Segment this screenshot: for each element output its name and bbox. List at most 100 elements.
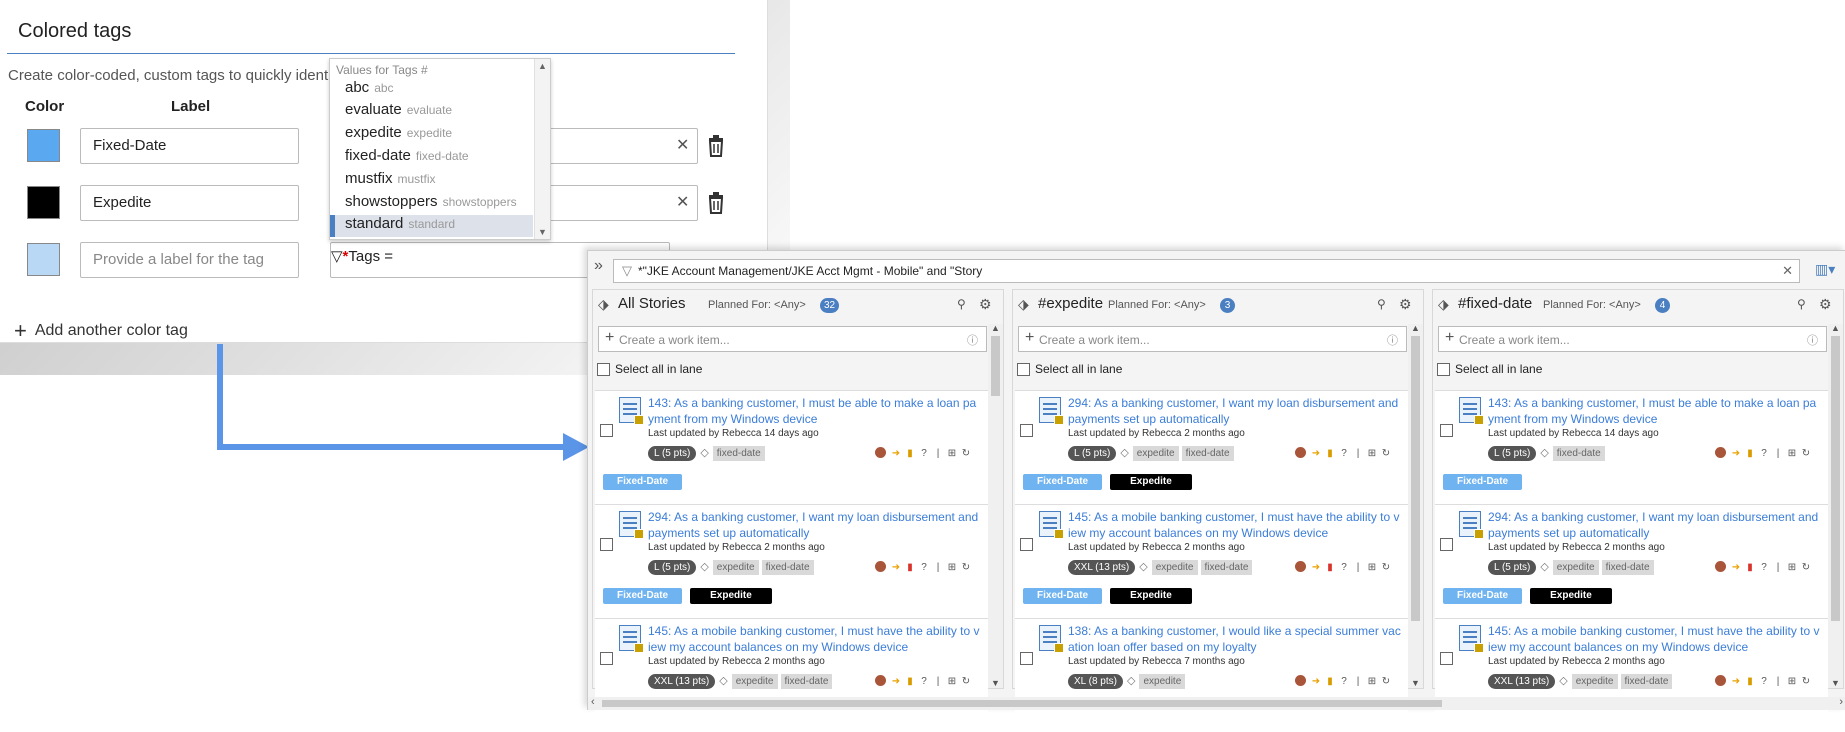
fixed-date-color-tag[interactable]: Fixed-Date — [603, 474, 683, 490]
select-all-in-lane[interactable]: Select all in lane — [1437, 362, 1542, 376]
expedite-color-tag[interactable]: Expedite — [1530, 588, 1612, 604]
work-item-card[interactable]: 294: As a banking customer, I want my lo… — [595, 504, 988, 618]
scroll-down-icon[interactable]: ▼ — [1411, 678, 1420, 688]
fixed-date-color-tag[interactable]: Fixed-Date — [1023, 588, 1103, 604]
avatar[interactable] — [1295, 675, 1306, 686]
tag-chip[interactable]: expedite — [1552, 560, 1599, 575]
priority-arrow-icon[interactable]: ➜ — [1309, 676, 1323, 687]
help-icon[interactable]: ? — [1757, 448, 1771, 459]
priority-arrow-icon[interactable]: ➜ — [1729, 562, 1743, 573]
avatar[interactable] — [1715, 675, 1726, 686]
battery-icon[interactable]: ▮ — [1743, 562, 1757, 573]
hierarchy-icon[interactable]: ⊞ — [1785, 562, 1799, 573]
tag-chip[interactable]: fixed-date — [1181, 446, 1234, 461]
card-checkbox[interactable] — [1020, 424, 1033, 437]
scroll-right-icon[interactable]: › — [1839, 696, 1843, 708]
fixed-date-color-tag[interactable]: Fixed-Date — [1443, 474, 1523, 490]
card-title-link[interactable]: 145: As a mobile banking customer, I mus… — [648, 623, 982, 655]
scrollbar-thumb[interactable] — [1831, 336, 1840, 621]
color-swatch-expedite[interactable] — [27, 186, 60, 219]
help-icon[interactable]: ? — [1757, 562, 1771, 573]
help-icon[interactable]: ? — [1337, 562, 1351, 573]
add-color-tag-button[interactable]: + Add another color tag — [14, 318, 188, 344]
priority-arrow-icon[interactable]: ➜ — [1309, 448, 1323, 459]
trash-icon[interactable] — [706, 192, 726, 214]
tag-label-input-fixed-date[interactable]: Fixed-Date — [80, 128, 299, 164]
help-icon[interactable]: ⓘ — [1807, 332, 1818, 348]
hierarchy-icon[interactable]: ⊞ — [945, 676, 959, 687]
refresh-icon[interactable]: ↻ — [959, 676, 973, 687]
scroll-up-icon[interactable]: ▲ — [991, 323, 1000, 333]
tag-chip[interactable]: fixed-date — [761, 560, 814, 575]
card-title-link[interactable]: 145: As a mobile banking customer, I mus… — [1068, 509, 1402, 541]
select-all-checkbox[interactable] — [1017, 363, 1030, 376]
expedite-color-tag[interactable]: Expedite — [690, 588, 772, 604]
battery-icon[interactable]: ▮ — [1323, 676, 1337, 687]
scroll-down-icon[interactable]: ▼ — [1831, 678, 1840, 688]
tag-icon[interactable]: ◇ — [700, 446, 708, 459]
scrollbar-thumb[interactable] — [991, 336, 1000, 396]
select-all-checkbox[interactable] — [597, 363, 610, 376]
card-checkbox[interactable] — [600, 538, 613, 551]
help-icon[interactable]: ? — [1337, 676, 1351, 687]
tag-values-dropdown[interactable]: Values for Tags # abc abc evaluate evaluat… — [329, 58, 551, 240]
gear-icon[interactable]: ⚙ — [1399, 296, 1412, 313]
card-checkbox[interactable] — [600, 424, 613, 437]
priority-arrow-icon[interactable]: ➜ — [889, 562, 903, 573]
dropdown-option-mustfix[interactable]: mustfix mustfix — [330, 170, 533, 192]
card-title-link[interactable]: 143: As a banking customer, I must be ab… — [1488, 395, 1822, 427]
pin-icon[interactable]: ⚲ — [1797, 297, 1806, 311]
trash-icon[interactable] — [706, 135, 726, 157]
tag-chip[interactable]: fixed-date — [1620, 674, 1673, 689]
refresh-icon[interactable]: ↻ — [1379, 448, 1393, 459]
help-icon[interactable]: ⓘ — [967, 332, 978, 348]
tag-label-input-expedite[interactable]: Expedite — [80, 185, 299, 221]
work-item-card[interactable]: 145: As a mobile banking customer, I mus… — [1015, 504, 1408, 618]
work-item-card[interactable]: 294: As a banking customer, I want my lo… — [1015, 390, 1408, 504]
dropdown-option-abc[interactable]: abc abc — [330, 79, 533, 101]
priority-arrow-icon[interactable]: ➜ — [889, 448, 903, 459]
help-icon[interactable]: ? — [917, 562, 931, 573]
card-checkbox[interactable] — [600, 652, 613, 665]
help-icon[interactable]: ? — [1757, 676, 1771, 687]
tag-chip[interactable]: expedite — [1132, 446, 1179, 461]
scroll-down-icon[interactable]: ▼ — [538, 227, 547, 237]
tag-chip[interactable]: expedite — [1571, 674, 1618, 689]
tag-chip[interactable]: expedite — [1139, 674, 1186, 689]
battery-icon[interactable]: ▮ — [1743, 676, 1757, 687]
battery-icon[interactable]: ▮ — [903, 448, 917, 459]
card-title-link[interactable]: 143: As a banking customer, I must be ab… — [648, 395, 982, 427]
expand-icon[interactable]: » — [594, 257, 610, 275]
scroll-up-icon[interactable]: ▲ — [1831, 323, 1840, 333]
scrollbar-thumb[interactable] — [602, 700, 1442, 707]
card-title-link[interactable]: 294: As a banking customer, I want my lo… — [648, 509, 982, 541]
select-all-in-lane[interactable]: Select all in lane — [1017, 362, 1122, 376]
scroll-up-icon[interactable]: ▲ — [1411, 323, 1420, 333]
hierarchy-icon[interactable]: ⊞ — [1785, 448, 1799, 459]
color-swatch-new[interactable] — [27, 243, 60, 276]
dropdown-option-showstoppers[interactable]: showstoppers showstoppers — [330, 193, 533, 215]
lane-scrollbar[interactable]: ▲ ▼ — [988, 323, 1003, 688]
help-icon[interactable]: ⓘ — [1387, 332, 1398, 348]
hierarchy-icon[interactable]: ⊞ — [1365, 676, 1379, 687]
tag-chip[interactable]: fixed-date — [780, 674, 833, 689]
gear-icon[interactable]: ⚙ — [1819, 296, 1832, 313]
refresh-icon[interactable]: ↻ — [959, 448, 973, 459]
hierarchy-icon[interactable]: ⊞ — [945, 562, 959, 573]
card-checkbox[interactable] — [1440, 538, 1453, 551]
scroll-up-icon[interactable]: ▲ — [538, 61, 547, 71]
priority-arrow-icon[interactable]: ➜ — [1729, 676, 1743, 687]
tag-chip[interactable]: expedite — [1151, 560, 1198, 575]
scroll-down-icon[interactable]: ▼ — [991, 678, 1000, 688]
tag-icon[interactable]: ◇ — [1540, 446, 1548, 459]
refresh-icon[interactable]: ↻ — [1799, 448, 1813, 459]
help-icon[interactable]: ? — [917, 448, 931, 459]
refresh-icon[interactable]: ↻ — [1379, 562, 1393, 573]
avatar[interactable] — [875, 447, 886, 458]
tag-chip[interactable]: expedite — [712, 560, 759, 575]
clear-icon[interactable]: ✕ — [676, 135, 689, 155]
battery-icon[interactable]: ▮ — [903, 676, 917, 687]
tag-icon[interactable]: ◇ — [1127, 674, 1135, 687]
clear-filter-icon[interactable]: ✕ — [1782, 263, 1793, 279]
card-title-link[interactable]: 138: As a banking customer, I would like… — [1068, 623, 1402, 655]
